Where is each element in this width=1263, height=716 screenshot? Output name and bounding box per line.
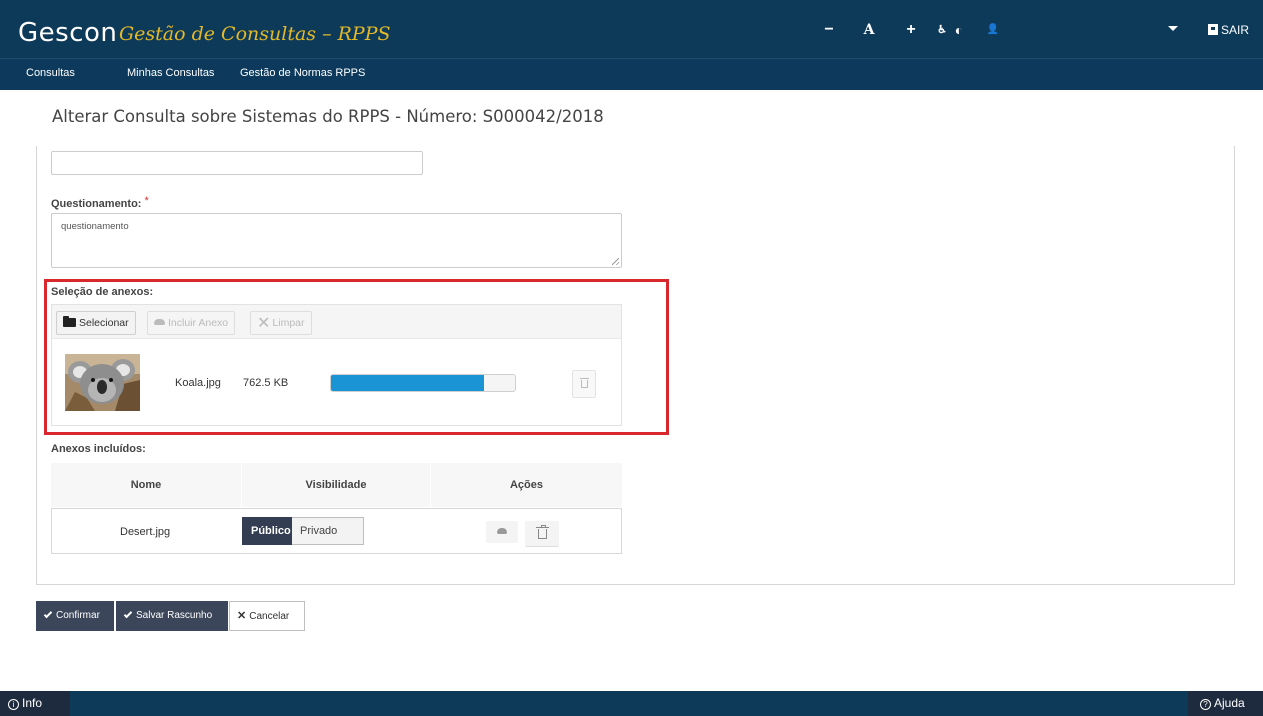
clear-label: Limpar — [272, 317, 305, 329]
increase-font-icon[interactable]: + — [904, 20, 918, 40]
bottom-bar: i Info ? Ajuda — [0, 691, 1263, 716]
select-files-button[interactable]: Selecionar — [56, 311, 136, 335]
koala-image — [65, 354, 140, 411]
pending-file-name: Koala.jpg — [175, 377, 221, 389]
delete-attachment-button[interactable] — [525, 521, 559, 547]
include-attachment-button[interactable]: Incluir Anexo — [147, 311, 236, 335]
help-label: Ajuda — [1214, 696, 1245, 710]
info-icon: i — [8, 699, 19, 710]
trash-icon — [580, 378, 589, 388]
font-size-icon[interactable]: A — [862, 20, 876, 40]
check-icon — [123, 609, 133, 619]
trash-icon — [536, 525, 549, 539]
contrast-icon[interactable]: ◐ — [952, 20, 966, 40]
select-files-label: Selecionar — [79, 317, 129, 329]
visibility-private-button[interactable]: Privado — [292, 517, 364, 545]
question-textarea-value: questionamento — [61, 221, 129, 232]
user-menu-caret-icon[interactable] — [1168, 26, 1178, 31]
clear-x-icon: ✕ — [257, 315, 271, 332]
pending-file-size: 762.5 KB — [243, 377, 289, 389]
save-draft-label: Salvar Rascunho — [136, 610, 213, 621]
folder-icon — [63, 316, 76, 327]
user-icon[interactable]: 👤 — [986, 20, 1000, 40]
logout-icon — [1208, 24, 1218, 35]
info-label: Info — [22, 696, 43, 710]
download-attachment-button[interactable] — [486, 521, 518, 543]
info-button[interactable]: i Info — [0, 691, 70, 716]
main-nav: Consultas Minhas Consultas Gestão de Nor… — [0, 58, 1263, 90]
check-icon — [43, 609, 53, 619]
text-input-field[interactable] — [51, 151, 423, 175]
table-row: Desert.jpg Público Privado — [51, 508, 622, 554]
column-header-visibilidade: Visibilidade — [305, 479, 367, 491]
nav-item-gestao-normas[interactable]: Gestão de Normas RPPS — [240, 66, 365, 80]
help-button[interactable]: ? Ajuda — [1188, 691, 1263, 716]
remove-pending-file-button[interactable] — [572, 370, 596, 398]
confirm-label: Confirmar — [56, 610, 100, 621]
upload-progress-fill — [331, 375, 484, 391]
question-label-text: Questionamento: — [51, 198, 142, 210]
cancel-label: Cancelar — [249, 611, 290, 622]
brand-subtitle: Gestão de Consultas – RPPS — [119, 23, 391, 45]
include-attachment-label: Incluir Anexo — [168, 317, 229, 329]
accessibility-icon[interactable]: ♿︎ — [934, 20, 950, 40]
confirm-button[interactable]: Confirmar — [36, 601, 114, 631]
decrease-font-icon[interactable]: − — [822, 20, 836, 40]
visibility-public-button[interactable]: Público — [242, 517, 292, 545]
table-header-row: Nome Visibilidade Ações — [51, 463, 622, 507]
close-icon: ✕ — [237, 610, 247, 622]
resize-grip-icon[interactable] — [612, 258, 619, 265]
koala-thumbnail — [65, 354, 140, 411]
brand-logo[interactable]: Gescon — [18, 18, 117, 48]
question-textarea[interactable]: questionamento — [51, 213, 622, 268]
help-icon: ? — [1200, 699, 1211, 710]
logout-label: SAIR — [1221, 23, 1250, 37]
nav-item-minhas-consultas[interactable]: Minhas Consultas — [127, 66, 214, 80]
logout-button[interactable]: SAIR — [1208, 22, 1249, 38]
nav-item-consultas[interactable]: Consultas — [26, 66, 75, 80]
question-label: Questionamento: * — [51, 194, 149, 211]
column-header-acoes: Ações — [509, 479, 544, 491]
upload-toolbar: Selecionar Incluir Anexo ✕ Limpar — [51, 304, 622, 338]
required-mark: * — [144, 195, 149, 207]
clear-button[interactable]: ✕ Limpar — [250, 311, 312, 335]
included-attachments-label: Anexos incluídos: — [51, 443, 146, 455]
column-header-nome: Nome — [130, 479, 162, 491]
upload-progress-bar — [330, 374, 516, 392]
top-header: Gescon Gestão de Consultas – RPPS ◐ − A … — [0, 0, 1263, 58]
cancel-button[interactable]: ✕ Cancelar — [229, 601, 305, 631]
save-draft-button[interactable]: Salvar Rascunho — [116, 601, 228, 631]
page-title: Alterar Consulta sobre Sistemas do RPPS … — [52, 107, 604, 126]
attachment-name: Desert.jpg — [120, 526, 171, 538]
cloud-upload-icon — [154, 319, 165, 325]
